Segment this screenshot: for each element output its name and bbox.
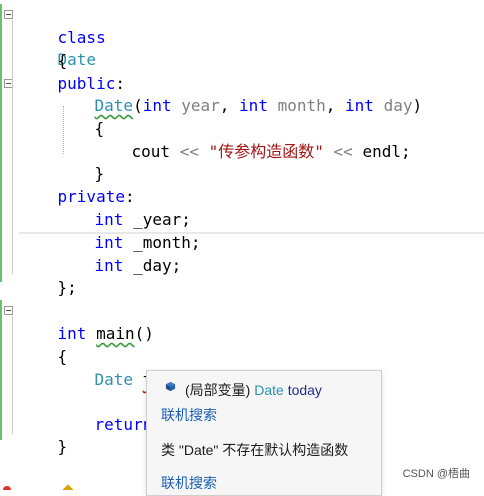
error-message: 类 "Date" 不存在默认构造函数 [161,442,349,458]
code-line-3: public: [19,51,125,93]
collapse-class-icon[interactable] [4,10,13,19]
semicolon: ; [190,233,201,252]
local-variable-icon [165,381,176,392]
var-type: Date [94,370,134,389]
tooltip-type: Date [254,382,284,398]
code-line-14: int main() [19,301,154,343]
code-line-10: int _month; [56,210,201,252]
code-line-4: Date(int year, int month, int day) [56,73,423,115]
cout-ident: cout [131,142,171,161]
code-line-11: int _day; [56,233,182,275]
comma: , [219,96,240,115]
param-year: year [181,96,220,115]
string-literal: "传参构造函数" [208,142,324,161]
watermark: CSDN @梧曲 [402,468,470,480]
paren-close: ) [412,96,423,115]
code-line-16: Date today; [56,347,201,389]
class-end: }; [57,278,77,297]
change-indicator [0,300,2,440]
param-type: int [142,96,172,115]
warning-icon[interactable] [62,484,74,490]
keyword-return: return [94,415,153,434]
member-day: _day [133,256,172,275]
stream-operator: << [333,142,353,161]
member-type: int [94,256,124,275]
status-strip [0,484,146,490]
search-online-link-2[interactable]: 联机搜索 [161,473,217,493]
comma: , [325,96,346,115]
semicolon: ; [400,142,411,161]
change-indicator [0,4,2,282]
code-line-2: { [19,28,68,70]
scope-label: (局部变量) [185,382,251,398]
endl-ident: endl [362,142,401,161]
error-icon[interactable] [3,486,11,490]
collapse-main-icon[interactable] [4,306,13,315]
code-line-19: } [19,414,68,456]
code-line-12: }; [19,255,77,297]
parens: () [134,324,154,343]
code-line-9: int _year; [56,187,191,229]
quick-info-tooltip: (局部变量) Date today 联机搜索 类 "Date" 不存在默认构造函… [146,370,382,496]
param-month: month [277,96,326,115]
search-online-link[interactable]: 联机搜索 [161,405,217,425]
param-type: int [345,96,374,115]
code-line-5: { [56,96,105,138]
code-line-1: class Date [19,5,106,69]
tooltip-var: today [287,382,322,398]
param-day: day [383,96,413,115]
code-line-15: { [19,324,68,366]
semicolon: ; [171,256,182,275]
outline-line [12,316,13,434]
outline-line [12,20,13,274]
paren-open: ( [133,96,143,115]
param-type: int [239,96,268,115]
tooltip-signature: (局部变量) Date today [185,380,322,400]
code-line-8: private: [19,164,135,206]
code-line-7: } [56,141,105,183]
function-main: main [96,324,135,343]
brace-close: } [57,437,68,456]
code-line-6: cout << "传参构造函数" << endl; [93,119,411,161]
stream-operator: << [179,142,199,161]
